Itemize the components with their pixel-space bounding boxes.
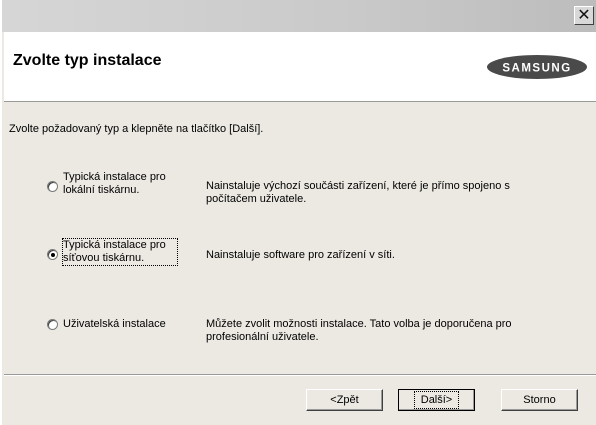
option-custom-install[interactable]: Uživatelská instalace Můžete zvolit možn… [2, 318, 596, 358]
option-description: Nainstaluje software pro zařízení v síti… [206, 249, 395, 261]
installer-window: ✕ Zvolte typ instalace SAMSUNG Zvolte po… [0, 0, 596, 425]
back-button[interactable]: <Zpět [306, 389, 383, 411]
option-local-printer[interactable]: Typická instalace pro lokální tiskárnu. … [2, 171, 596, 211]
logo-text: SAMSUNG [502, 63, 571, 75]
page-title: Zvolte typ instalace [13, 52, 162, 69]
title-bar: ✕ [2, 0, 596, 32]
option-label[interactable]: Uživatelská instalace [63, 318, 178, 331]
footer-separator [4, 374, 596, 376]
option-description: Nainstaluje výchozí součásti zařízení, k… [206, 180, 510, 205]
close-icon: ✕ [577, 6, 591, 24]
wizard-header: Zvolte typ instalace SAMSUNG [4, 32, 596, 102]
next-button[interactable]: Další> [398, 389, 475, 411]
option-description: Můžete zvolit možnosti instalace. Tato v… [206, 318, 512, 343]
option-network-printer[interactable]: Typická instalace pro síťovou tiskárnu. … [2, 238, 596, 279]
option-label[interactable]: Typická instalace pro síťovou tiskárnu. [62, 238, 178, 266]
option-label[interactable]: Typická instalace pro lokální tiskárnu. [63, 171, 178, 197]
radio-network-printer[interactable] [47, 249, 58, 260]
samsung-logo: SAMSUNG [487, 55, 587, 79]
cancel-button[interactable]: Storno [501, 389, 578, 411]
radio-selected-dot [51, 253, 55, 257]
instruction-text: Zvolte požadovaný typ a klepněte na tlač… [9, 123, 264, 135]
radio-local-printer[interactable] [47, 181, 58, 192]
radio-custom-install[interactable] [47, 319, 58, 330]
close-button[interactable]: ✕ [574, 6, 594, 25]
